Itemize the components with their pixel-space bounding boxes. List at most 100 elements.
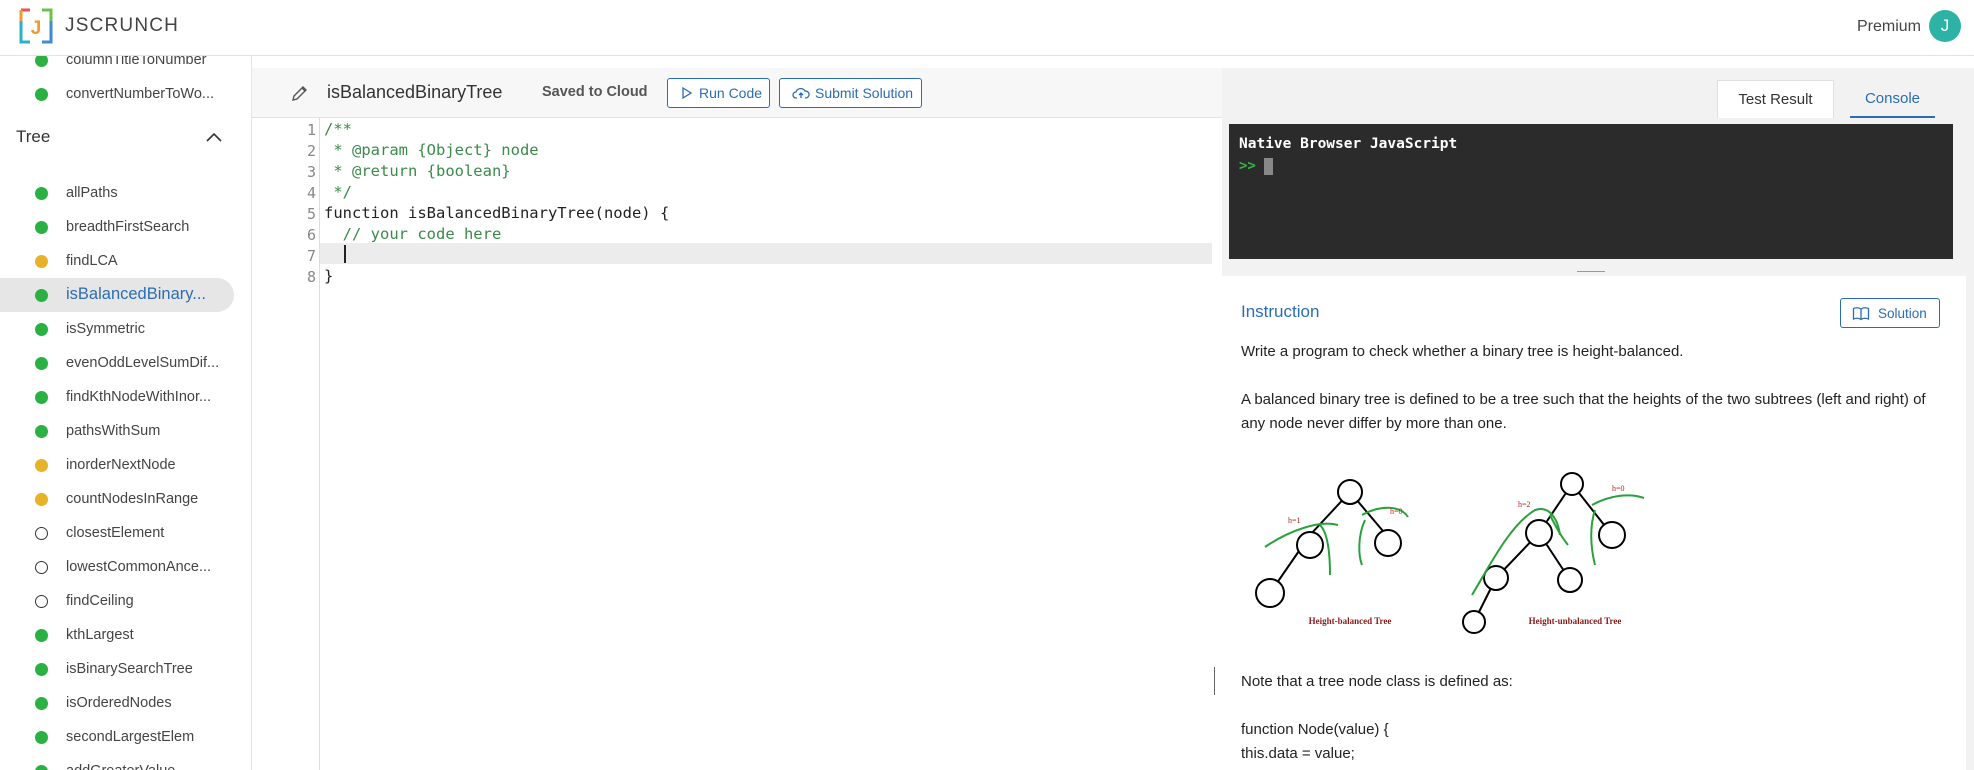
jscrunch-logo-icon[interactable]: J [18,7,54,45]
code-line[interactable] [324,246,343,264]
status-dot-icon [35,88,48,101]
sidebar-item-label: inorderNextNode [66,457,176,473]
code-line[interactable]: */ [324,183,352,201]
play-icon [682,86,693,100]
sidebar-item-label: findKthNodeWithInor... [66,389,212,405]
code-line[interactable]: function isBalancedBinaryTree(node) { [324,204,669,222]
pencil-icon[interactable] [290,83,310,103]
line-number-gutter: 1 2 3 4 5 6 7 8 [252,118,320,770]
problem-sidebar[interactable]: columnTitleToNumber convertNumberToWo... … [0,56,252,770]
code-line[interactable]: } [324,267,333,285]
sidebar-item-label: pathsWithSum [66,423,161,439]
svg-text:h=0: h=0 [1612,484,1625,493]
balanced-tree-illustration: h=1 h=0 Height-balanced Tree h=2 h=0 Hei… [1255,472,1645,634]
code-editor[interactable]: 1 2 3 4 5 6 7 8 /** * @param {Object} node * @r… [252,118,1212,770]
line-number: 7 [306,247,316,265]
sidebar-item[interactable]: evenOddLevelSumDif... [0,346,234,380]
sidebar-item[interactable]: pathsWithSum [0,414,234,448]
app-name[interactable]: JSCRUNCH [65,15,179,37]
sidebar-item[interactable]: isSymmetric [0,312,234,346]
solution-button[interactable]: Solution [1840,298,1940,328]
sidebar-item-label: findCeiling [66,593,134,609]
tab-console[interactable]: Console [1850,80,1935,118]
status-dot-icon [35,187,48,200]
status-dot-icon [35,221,48,234]
sidebar-item[interactable]: columnTitleToNumber [0,56,234,77]
text-cursor [344,245,346,263]
avatar[interactable]: J [1929,10,1961,42]
sidebar-item[interactable]: lowestCommonAnce... [0,550,234,584]
code-line[interactable]: * @param {Object} node [324,141,538,159]
sidebar-item[interactable]: addGreaterValue [0,754,234,770]
console-output[interactable]: Native Browser JavaScript >> [1229,124,1953,259]
sidebar-item-label: secondLargestElem [66,729,195,745]
sidebar-item-label: addGreaterValue [66,763,175,770]
instruction-title: Instruction [1241,302,1320,321]
sidebar-item-label: isSymmetric [66,321,145,337]
sidebar-item[interactable]: inorderNextNode [0,448,234,482]
sidebar-item[interactable]: findCeiling [0,584,234,618]
sidebar-item[interactable]: countNodesInRange [0,482,234,516]
editor-toolbar: isBalancedBinaryTree Saved to Cloud Run … [252,68,1222,118]
tab-test-result[interactable]: Test Result [1717,80,1834,118]
svg-text:h=0: h=0 [1390,507,1403,516]
sidebar-item-label: countNodesInRange [66,491,199,507]
solution-label: Solution [1878,306,1927,321]
status-dot-icon [35,323,48,336]
sidebar-item-label: isOrderedNodes [66,695,172,711]
premium-link[interactable]: Premium [1857,18,1921,36]
sidebar-item[interactable]: findKthNodeWithInor... [0,380,234,414]
sidebar-item-label: isBalancedBinary... [66,285,207,303]
console-prompt: >> [1239,158,1256,174]
svg-text:h=2: h=2 [1518,500,1531,509]
svg-text:Height-unbalanced Tree: Height-unbalanced Tree [1529,616,1622,626]
sidebar-item[interactable]: closestElement [0,516,234,550]
status-dot-icon [35,765,48,770]
status-dot-icon [35,663,48,676]
code-snippet-line: this.data = value; [1241,745,1355,762]
unbalanced-tree-diagram: h=2 h=0 Height-unbalanced Tree [1462,472,1645,634]
sidebar-item[interactable]: findLCA [0,244,234,278]
code-line[interactable]: /** [324,120,352,138]
sidebar-item-label: breadthFirstSearch [66,219,190,235]
status-dot-icon [35,425,48,438]
sidebar-item-label: closestElement [66,525,165,541]
line-number: 4 [306,184,316,202]
console-caret[interactable] [1264,158,1273,175]
sidebar-item[interactable]: kthLargest [0,618,234,652]
status-dot-icon [35,595,48,608]
balanced-tree-diagram: h=1 h=0 Height-balanced Tree [1255,479,1409,626]
line-number: 8 [306,268,316,286]
status-dot-icon [35,357,48,370]
sidebar-item-label: evenOddLevelSumDif... [66,355,220,371]
active-line-highlight [252,243,1212,264]
sidebar-item-label: isBinarySearchTree [66,661,193,677]
chevron-up-icon[interactable] [206,132,222,142]
top-bar: J JSCRUNCH Premium J [0,0,1974,56]
sidebar-item[interactable]: secondLargestElem [0,720,234,754]
instruction-paragraph: Write a program to check whether a binar… [1241,343,1684,360]
sidebar-item[interactable]: isBalancedBinary... [0,278,234,312]
section-title-tree[interactable]: Tree [16,127,50,147]
file-name[interactable]: isBalancedBinaryTree [327,82,502,103]
sidebar-item[interactable]: breadthFirstSearch [0,210,234,244]
sidebar-item[interactable]: convertNumberToWo... [0,77,234,111]
run-code-label: Run Code [699,85,763,101]
code-line[interactable]: // your code here [324,225,502,243]
code-line[interactable]: * @return {boolean} [324,162,510,180]
split-divider[interactable] [1214,667,1215,695]
sidebar-item-label: kthLargest [66,627,134,643]
svg-text:h=1: h=1 [1288,516,1301,525]
sidebar-item[interactable]: allPaths [0,176,234,210]
sidebar-item[interactable]: isOrderedNodes [0,686,234,720]
status-dot-icon [35,731,48,744]
run-code-button[interactable]: Run Code [667,78,770,108]
status-dot-icon [35,527,48,540]
svg-text:J: J [31,18,42,39]
sidebar-item-label: allPaths [66,185,118,201]
line-number: 6 [306,226,316,244]
submit-solution-button[interactable]: Submit Solution [779,78,922,108]
panel-resize-handle[interactable] [1577,271,1605,272]
book-icon [1852,307,1870,321]
sidebar-item[interactable]: isBinarySearchTree [0,652,234,686]
